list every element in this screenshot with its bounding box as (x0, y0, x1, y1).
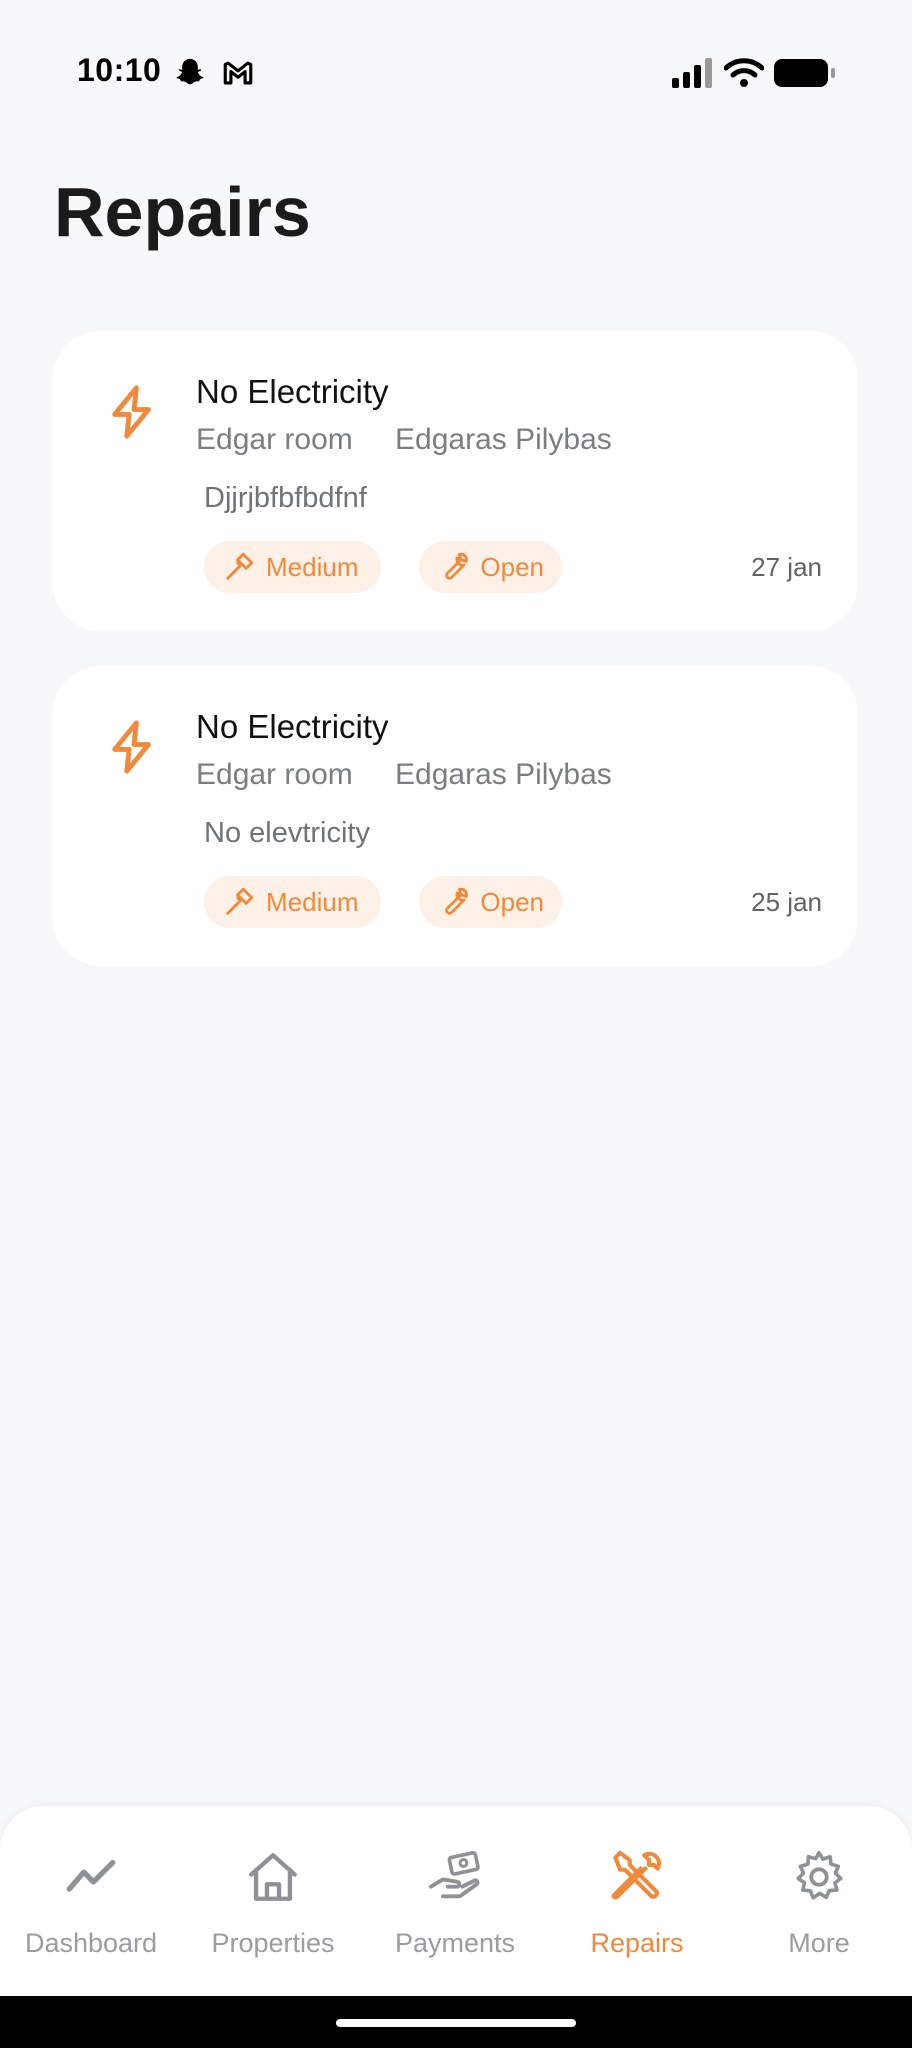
gmail-icon (223, 61, 253, 85)
repair-title: No Electricity (196, 373, 389, 410)
trend-line-icon (66, 1859, 116, 1892)
gear-icon (796, 1851, 843, 1900)
priority-badge: Medium (204, 541, 381, 593)
repair-location: Edgar room (196, 758, 353, 791)
nav-item-payments[interactable]: Payments (364, 1806, 546, 1996)
status-time: 10:10 (77, 52, 162, 88)
status-label: Open (480, 551, 544, 582)
repair-description: No elevtricity (204, 817, 370, 849)
repair-location: Edgar room (196, 423, 353, 456)
page-title: Repairs (54, 173, 311, 251)
status-label: Open (480, 886, 544, 917)
wifi-icon (724, 58, 764, 87)
priority-label: Medium (266, 886, 359, 917)
bottom-nav: Dashboard Properties Payments Repairs Mo… (0, 1806, 912, 1996)
repair-tenant: Edgaras Pilybas (395, 423, 612, 456)
nav-label: Repairs (590, 1928, 684, 1958)
repair-description: Djjrjbfbfbdfnf (204, 482, 367, 514)
repair-card[interactable]: No Electricity Edgar room Edgaras Pilyba… (53, 666, 858, 966)
lightning-icon (112, 720, 151, 774)
repair-title: No Electricity (196, 708, 389, 745)
nav-item-properties[interactable]: Properties (182, 1806, 364, 1996)
nav-label: More (788, 1928, 850, 1958)
hammer-icon (226, 552, 254, 580)
tools-icon (611, 1850, 662, 1900)
repair-date: 25 jan (751, 887, 822, 917)
home-indicator[interactable] (336, 2019, 576, 2027)
priority-label: Medium (266, 551, 359, 582)
repair-tenant: Edgaras Pilybas (395, 758, 612, 791)
house-icon (249, 1853, 297, 1901)
lightning-icon (112, 385, 151, 439)
signal-icon (672, 58, 712, 88)
priority-badge: Medium (204, 876, 381, 928)
snapchat-icon (176, 58, 204, 85)
status-bar: 10:10 (0, 0, 912, 150)
wrench-icon (445, 887, 468, 915)
payment-hand-icon (428, 1851, 480, 1899)
status-badge: Open (419, 876, 562, 928)
repair-card[interactable]: No Electricity Edgar room Edgaras Pilyba… (53, 331, 858, 631)
nav-label: Dashboard (24, 1928, 158, 1958)
hammer-icon (226, 887, 254, 915)
nav-label: Payments (394, 1928, 516, 1958)
wrench-icon (445, 552, 468, 580)
battery-icon (774, 59, 835, 87)
nav-label: Properties (211, 1928, 335, 1958)
repair-date: 27 jan (751, 552, 822, 582)
status-badge: Open (419, 541, 562, 593)
nav-item-repairs[interactable]: Repairs (546, 1806, 728, 1996)
nav-item-more[interactable]: More (728, 1806, 910, 1996)
nav-item-dashboard[interactable]: Dashboard (0, 1806, 182, 1996)
